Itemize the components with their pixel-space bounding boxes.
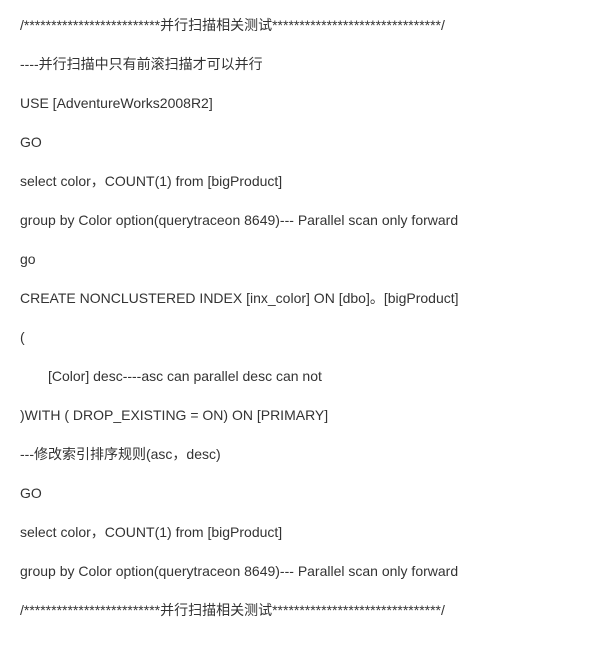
code-line: GO	[20, 132, 585, 153]
code-line: select color，COUNT(1) from [bigProduct]	[20, 171, 585, 192]
code-line: /*************************并行扫描相关测试******…	[20, 600, 585, 621]
code-line: )WITH ( DROP_EXISTING = ON) ON [PRIMARY]	[20, 405, 585, 426]
code-line: [Color] desc----asc can parallel desc ca…	[20, 366, 585, 387]
code-line: GO	[20, 483, 585, 504]
code-line: /*************************并行扫描相关测试******…	[20, 15, 585, 36]
code-line: USE [AdventureWorks2008R2]	[20, 93, 585, 114]
code-line: go	[20, 249, 585, 270]
code-line: select color，COUNT(1) from [bigProduct]	[20, 522, 585, 543]
code-line: (	[20, 327, 585, 348]
code-line: ----并行扫描中只有前滚扫描才可以并行	[20, 54, 585, 75]
code-line: CREATE NONCLUSTERED INDEX [inx_color] ON…	[20, 288, 585, 309]
code-line: group by Color option(querytraceon 8649)…	[20, 210, 585, 231]
code-line: ---修改索引排序规则(asc，desc)	[20, 444, 585, 465]
code-block: /*************************并行扫描相关测试******…	[20, 15, 585, 621]
code-line: group by Color option(querytraceon 8649)…	[20, 561, 585, 582]
